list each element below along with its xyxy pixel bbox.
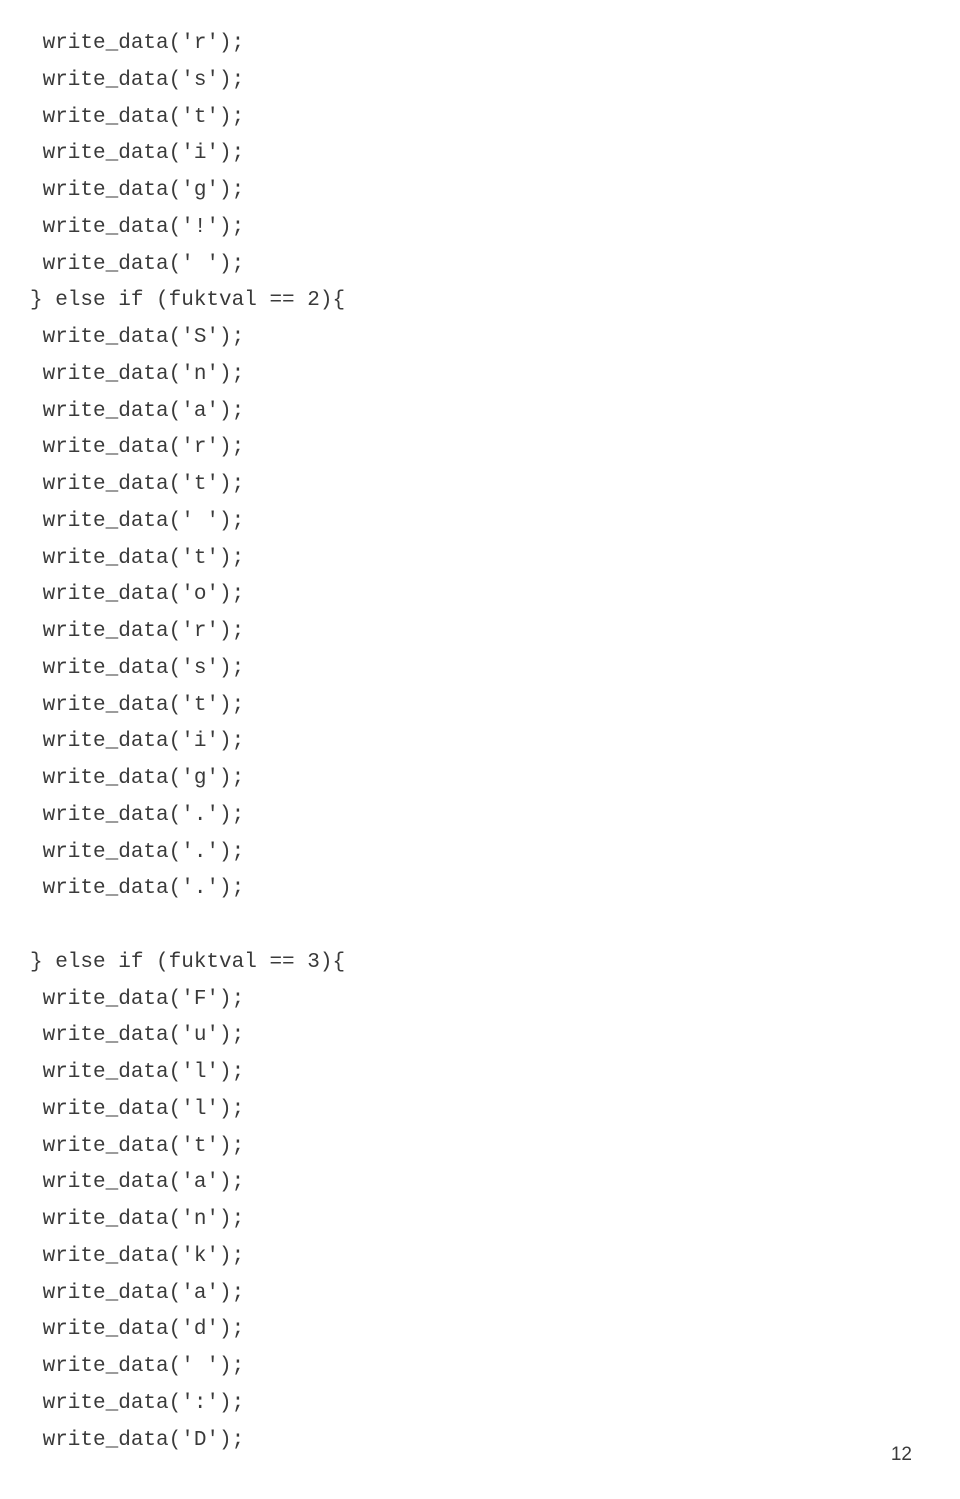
code-line: write_data('t'); xyxy=(30,1129,960,1166)
code-line: write_data('r'); xyxy=(30,26,960,63)
code-line: write_data('i'); xyxy=(30,724,960,761)
code-line: write_data('D'); xyxy=(30,1423,960,1460)
code-line: write_data('.'); xyxy=(30,871,960,908)
code-line: write_data('a'); xyxy=(30,1276,960,1313)
code-line: write_data('u'); xyxy=(30,1018,960,1055)
code-line: write_data('F'); xyxy=(30,982,960,1019)
code-line: write_data('l'); xyxy=(30,1055,960,1092)
code-line: write_data('o'); xyxy=(30,577,960,614)
code-line: write_data('a'); xyxy=(30,1165,960,1202)
code-line: write_data(':'); xyxy=(30,1386,960,1423)
code-line: write_data('n'); xyxy=(30,1202,960,1239)
code-line: write_data('a'); xyxy=(30,394,960,431)
code-line: write_data('t'); xyxy=(30,688,960,725)
code-line: write_data('r'); xyxy=(30,614,960,651)
code-line: write_data('t'); xyxy=(30,100,960,137)
code-line: write_data('.'); xyxy=(30,835,960,872)
code-line: write_data('s'); xyxy=(30,651,960,688)
code-line: } else if (fuktval == 3){ xyxy=(30,945,960,982)
code-line: write_data('n'); xyxy=(30,357,960,394)
code-line: write_data('!'); xyxy=(30,210,960,247)
code-line: write_data('l'); xyxy=(30,1092,960,1129)
code-block: write_data('r'); write_data('s'); write_… xyxy=(30,26,960,1459)
code-line: write_data('r'); xyxy=(30,430,960,467)
code-line: write_data('t'); xyxy=(30,467,960,504)
code-line: write_data('.'); xyxy=(30,798,960,835)
code-line: write_data('s'); xyxy=(30,63,960,100)
code-line: write_data('g'); xyxy=(30,761,960,798)
code-line: write_data(' '); xyxy=(30,247,960,284)
code-line: write_data('g'); xyxy=(30,173,960,210)
code-line: write_data('i'); xyxy=(30,136,960,173)
code-line: write_data(' '); xyxy=(30,504,960,541)
page-number: 12 xyxy=(891,1438,912,1471)
code-line: write_data(' '); xyxy=(30,1349,960,1386)
code-line: write_data('t'); xyxy=(30,541,960,578)
code-line: write_data('S'); xyxy=(30,320,960,357)
code-line: } else if (fuktval == 2){ xyxy=(30,283,960,320)
code-line: write_data('k'); xyxy=(30,1239,960,1276)
code-line: write_data('d'); xyxy=(30,1312,960,1349)
code-line xyxy=(30,908,960,945)
